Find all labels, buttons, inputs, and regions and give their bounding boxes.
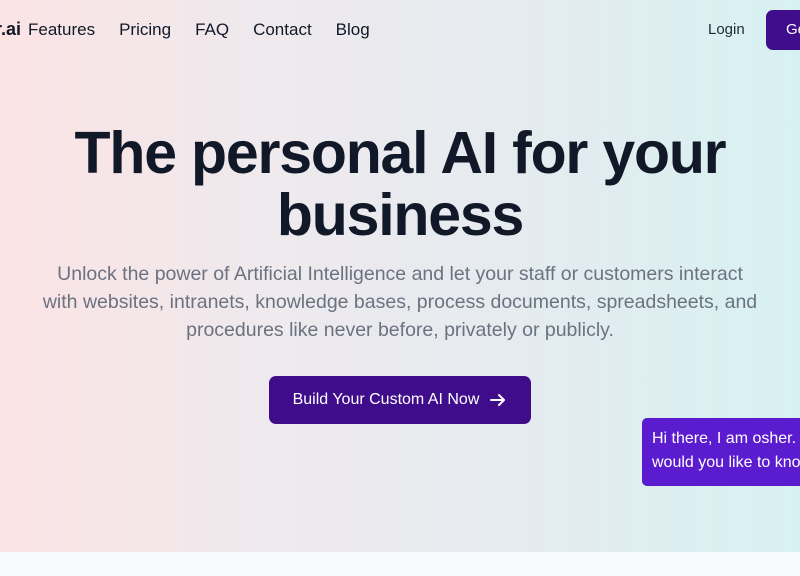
- headline-line-1: The personal AI for your: [74, 120, 727, 186]
- subtitle-line-2: with websites, intranets, knowledge base…: [42, 291, 758, 313]
- nav-link-features[interactable]: Features: [28, 20, 95, 40]
- nav-link-blog[interactable]: Blog: [336, 20, 370, 40]
- get-started-button[interactable]: Get Started: [766, 10, 800, 50]
- chat-line-1: Hi there, I am osher. What: [652, 430, 800, 447]
- nav-link-contact[interactable]: Contact: [253, 20, 312, 40]
- login-link[interactable]: Login: [708, 21, 745, 38]
- chat-greeting-bubble[interactable]: Hi there, I am osher. What would you lik…: [642, 418, 800, 486]
- hero-subtitle: Unlock the power of Artificial Intellige…: [0, 260, 800, 344]
- headline-line-2: business: [276, 182, 524, 248]
- nav-link-faq[interactable]: FAQ: [195, 20, 229, 40]
- nav-links: Features Pricing FAQ Contact Blog: [28, 20, 370, 40]
- arrow-right-icon: [489, 391, 507, 409]
- brand-logo[interactable]: r.ai: [0, 19, 21, 40]
- subtitle-line-1: Unlock the power of Artificial Intellige…: [57, 263, 743, 285]
- subtitle-line-3: procedures like never before, privately …: [186, 319, 614, 341]
- landing-page: r.ai Features Pricing FAQ Contact Blog L…: [0, 0, 800, 576]
- build-custom-ai-button[interactable]: Build Your Custom AI Now: [269, 376, 531, 424]
- hero-section: r.ai Features Pricing FAQ Contact Blog L…: [0, 0, 800, 552]
- chat-line-2: would you like to know?: [652, 454, 800, 471]
- cta-label: Build Your Custom AI Now: [292, 391, 480, 408]
- top-navigation: r.ai Features Pricing FAQ Contact Blog L…: [0, 0, 800, 60]
- hero-headline: The personal AI for your business: [0, 122, 800, 246]
- nav-link-pricing[interactable]: Pricing: [119, 20, 171, 40]
